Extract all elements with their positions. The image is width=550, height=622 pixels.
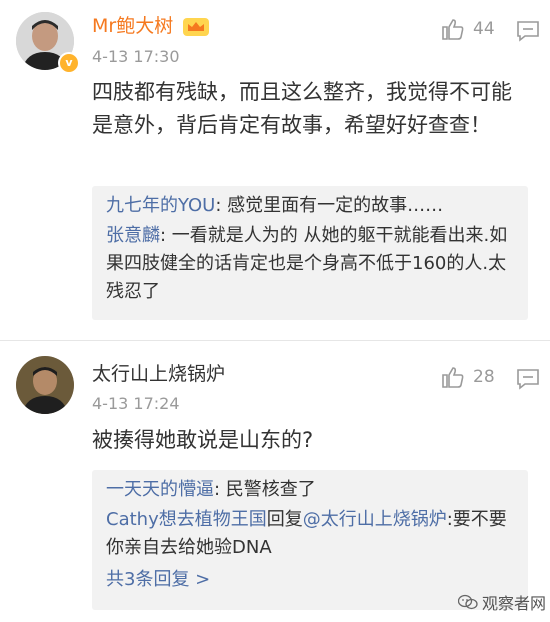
timestamp: 4-13 17:30 — [92, 47, 180, 66]
username[interactable]: 太行山上烧锅炉 — [92, 362, 225, 386]
watermark: 观察者网 — [458, 590, 546, 614]
comment-2: 太行山上烧锅炉 4-13 17:24 28 被揍得她敢说是山东的? 一天天的懵逼… — [0, 340, 550, 622]
like-button[interactable]: 44 — [441, 18, 495, 40]
like-count: 44 — [473, 19, 495, 39]
reply-item: 张意麟: 一看就是人为的 从她的躯干就能看出来.如果四肢健全的话肯定也是个身高不… — [106, 222, 514, 306]
reply-author[interactable]: 张意麟 — [106, 225, 160, 246]
crown-icon — [183, 18, 209, 36]
reply-item: Cathy想去植物王国回复@太行山上烧锅炉:要不要你亲自去给她验DNA — [106, 506, 514, 562]
comment-text: 四肢都有残缺，而且这么整齐，我觉得不可能是意外，背后肯定有故事，希望好好查查！ — [92, 80, 512, 137]
comment-icon[interactable] — [516, 368, 540, 390]
timestamp: 4-13 17:24 — [92, 394, 180, 413]
like-button[interactable]: 28 — [441, 366, 495, 388]
reply-verb: 回复 — [266, 509, 303, 530]
watermark-text: 观察者网 — [482, 594, 547, 613]
avatar[interactable] — [16, 356, 74, 414]
reply-author[interactable]: 一天天的懵逼 — [106, 479, 214, 500]
reply-item: 九七年的YOU: 感觉里面有一定的故事…… — [106, 192, 514, 220]
reply-separator: : — [214, 479, 226, 500]
thumbs-up-icon — [442, 19, 464, 40]
more-replies-link[interactable]: 共3条回复 > — [106, 566, 514, 594]
reply-box: 九七年的YOU: 感觉里面有一定的故事…… 张意麟: 一看就是人为的 从她的躯干… — [92, 186, 528, 320]
reply-author[interactable]: 九七年的YOU — [106, 195, 215, 216]
comment-icon[interactable] — [516, 20, 540, 42]
reply-box: 一天天的懵逼: 民警核查了 Cathy想去植物王国回复@太行山上烧锅炉:要不要你… — [92, 470, 528, 610]
reply-separator: : — [215, 195, 228, 216]
verified-badge-icon: v — [58, 52, 80, 74]
mention-link[interactable]: @太行山上烧锅炉 — [303, 509, 447, 530]
reply-item: 一天天的懵逼: 民警核查了 — [106, 476, 514, 504]
reply-separator: : — [160, 225, 172, 246]
thumbs-up-icon — [442, 367, 464, 388]
watermark-logo-icon — [458, 594, 478, 610]
reply-author[interactable]: Cathy想去植物王国 — [106, 509, 267, 530]
reply-text: 感觉里面有一定的故事…… — [227, 195, 444, 216]
username[interactable]: Mr鲍大树 — [92, 14, 173, 38]
comment-1: v Mr鲍大树 4-13 17:30 44 四肢都有残缺，而且这么整齐，我觉得不… — [0, 0, 550, 340]
reply-text: 民警核查了 — [225, 479, 316, 500]
like-count: 28 — [473, 367, 495, 387]
comment-text: 被揍得她敢说是山东的? — [92, 428, 314, 452]
